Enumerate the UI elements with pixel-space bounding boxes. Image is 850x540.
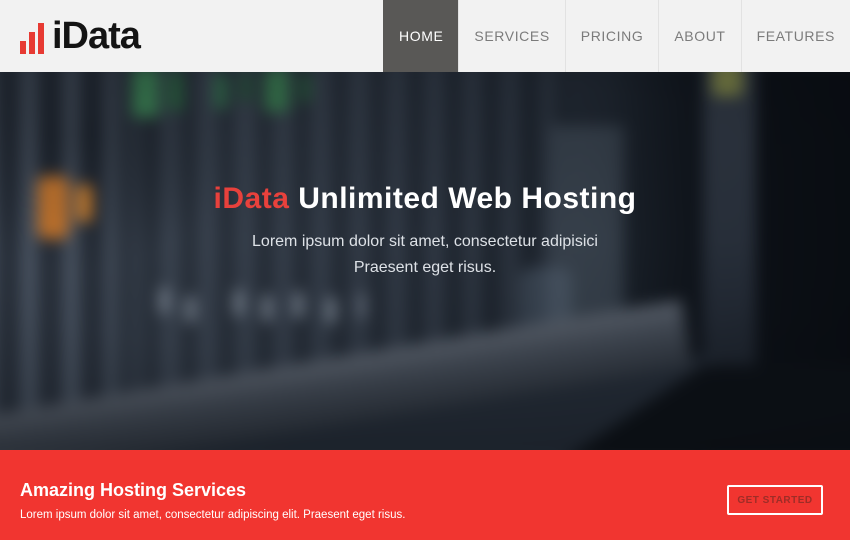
nav-item-services[interactable]: SERVICES bbox=[458, 0, 564, 72]
cta-heading: Amazing Hosting Services bbox=[20, 480, 405, 500]
bar-chart-icon bbox=[20, 23, 44, 54]
nav-item-about[interactable]: ABOUT bbox=[658, 0, 740, 72]
cta-bar: Amazing Hosting Services Lorem ipsum dol… bbox=[0, 450, 850, 540]
hero-section: iData Unlimited Web Hosting Lorem ipsum … bbox=[0, 72, 850, 450]
cta-subtext: Lorem ipsum dolor sit amet, consectetur … bbox=[20, 509, 405, 521]
hero-subtitle-line1: Lorem ipsum dolor sit amet, consectetur … bbox=[252, 233, 598, 250]
hero-title-rest: Unlimited Web Hosting bbox=[289, 182, 636, 215]
hero-title-accent: iData bbox=[214, 182, 290, 215]
site-header: iData HOME SERVICES PRICING ABOUT FEATUR… bbox=[0, 0, 850, 72]
nav-item-home[interactable]: HOME bbox=[383, 0, 458, 72]
brand-logo[interactable]: iData bbox=[0, 0, 140, 72]
brand-name: iData bbox=[52, 17, 140, 55]
hero-subtitle-line2: Praesent eget risus. bbox=[354, 259, 496, 276]
main-nav: HOME SERVICES PRICING ABOUT FEATURES bbox=[383, 0, 850, 72]
nav-item-features[interactable]: FEATURES bbox=[741, 0, 850, 72]
get-started-button[interactable]: GET STARTED bbox=[727, 485, 823, 515]
hero-content: iData Unlimited Web Hosting Lorem ipsum … bbox=[0, 72, 850, 281]
hero-subtitle: Lorem ipsum dolor sit amet, consectetur … bbox=[0, 229, 850, 281]
hero-title: iData Unlimited Web Hosting bbox=[0, 182, 850, 216]
cta-text-block: Amazing Hosting Services Lorem ipsum dol… bbox=[20, 480, 405, 521]
nav-item-pricing[interactable]: PRICING bbox=[565, 0, 659, 72]
